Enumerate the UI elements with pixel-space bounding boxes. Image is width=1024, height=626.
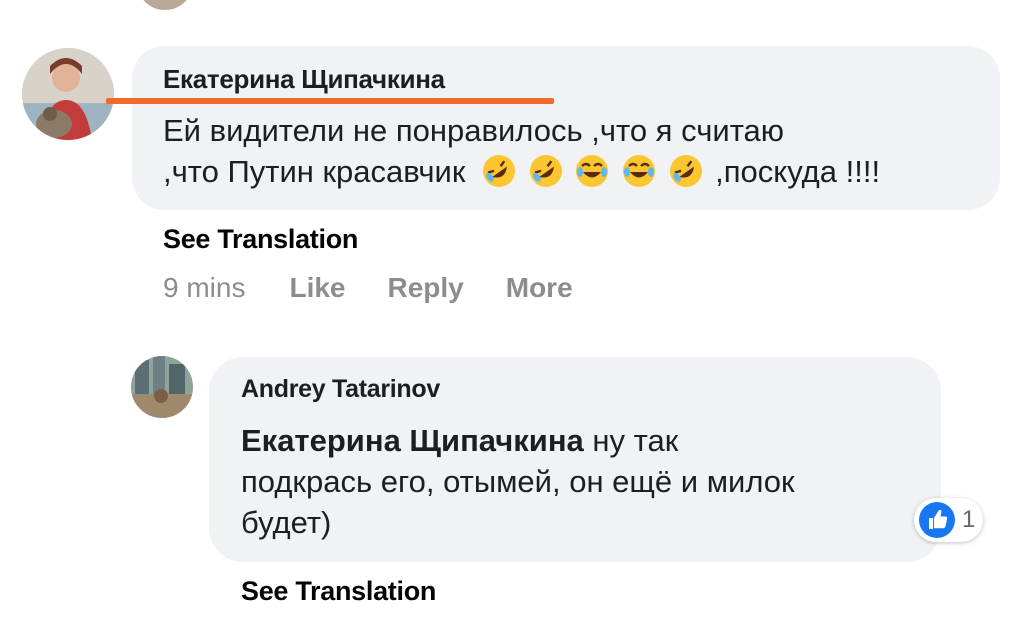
comment-author-avatar[interactable] — [22, 48, 114, 140]
comment-author-name[interactable]: Екатерина Щипачкина — [163, 64, 445, 95]
rolling-laughing-emoji-icon — [669, 155, 702, 187]
reply-button[interactable]: Reply — [388, 272, 464, 304]
tears-of-joy-emoji-icon — [576, 155, 609, 187]
comment-text-line-1: Ей видители не понравилось ,что я считаю — [163, 113, 785, 148]
comment-text-line-2: ,что Путин красавчик ,поскуда !!!! — [163, 151, 993, 192]
avatar-photo — [22, 48, 114, 140]
emoji-row — [482, 154, 715, 189]
comment-text: Ей видители не понравилось ,что я считаю… — [163, 110, 993, 192]
tears-of-joy-emoji-icon — [622, 155, 655, 187]
rolling-laughing-emoji-icon — [483, 155, 516, 187]
more-button[interactable]: More — [506, 272, 573, 304]
reply-text-line-2: подкрась его, отымей, он ещё и милок — [241, 464, 795, 499]
previous-comment-avatar[interactable] — [138, 0, 192, 10]
comment-text-line-2-end: ,поскуда !!!! — [715, 154, 881, 189]
reply-author-name[interactable]: Andrey Tatarinov — [241, 375, 440, 404]
reply-author-avatar[interactable] — [131, 356, 193, 418]
comment-timestamp[interactable]: 9 mins — [163, 272, 245, 304]
reply-text-line-1: Екатерина Щипачкина ну так — [241, 420, 931, 461]
comment-text-line-2-start: ,что Путин красавчик — [163, 154, 466, 189]
rolling-laughing-emoji-icon — [529, 155, 562, 187]
comment-actions: 9 mins Like Reply More — [163, 272, 615, 304]
reply-text-line-1-rest: ну так — [583, 423, 679, 458]
like-button[interactable]: Like — [289, 272, 345, 304]
avatar-photo — [131, 356, 193, 418]
reply-text: Екатерина Щипачкина ну так подкрась его,… — [241, 420, 931, 543]
reply-text-line-3: будет) — [241, 505, 332, 540]
annotation-underline — [106, 98, 554, 104]
reply-see-translation-link[interactable]: See Translation — [241, 576, 436, 607]
like-reaction-icon — [919, 502, 955, 538]
see-translation-link[interactable]: See Translation — [163, 224, 358, 255]
reaction-summary[interactable]: 1 — [914, 498, 984, 542]
reaction-count: 1 — [962, 506, 976, 533]
mention-link[interactable]: Екатерина Щипачкина — [241, 423, 584, 458]
